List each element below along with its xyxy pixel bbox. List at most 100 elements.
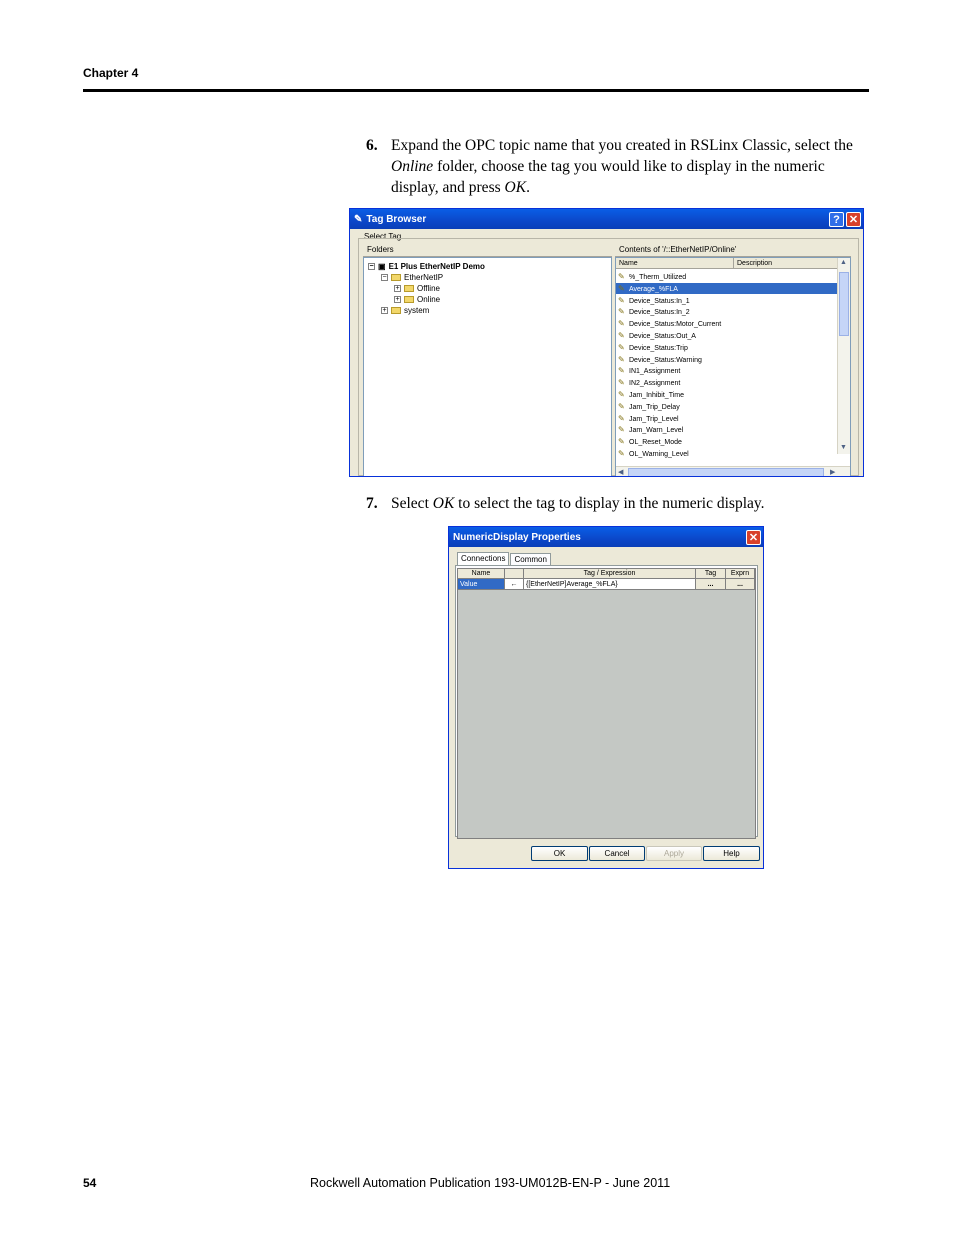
tag-icon: ✎ xyxy=(618,378,625,388)
tree-item-root[interactable]: − ▣ E1 Plus EtherNetIP Demo xyxy=(368,262,485,271)
text-run: . xyxy=(526,179,530,196)
tag-icon: ✎ xyxy=(354,213,363,225)
tag-name: OL_Reset_Mode xyxy=(629,439,682,447)
tag-list-item[interactable]: ✎ Device_Status:In_1 xyxy=(616,295,838,306)
tag-name: OL_Warning_Level xyxy=(629,451,689,458)
collapse-icon[interactable]: − xyxy=(381,274,388,281)
scroll-up-icon[interactable]: ▲ xyxy=(840,259,847,266)
scroll-down-icon[interactable]: ▼ xyxy=(840,444,847,451)
tag-icon: ✎ xyxy=(618,425,625,435)
title-bar: ✎ Tag Browser xyxy=(350,209,863,229)
tag-list-item[interactable]: ✎ IN2_Assignment xyxy=(616,377,838,388)
chapter-label: Chapter 4 xyxy=(83,66,139,80)
tag-list-item[interactable]: ✎ Jam_Inhibit_Time xyxy=(616,389,838,400)
column-name[interactable]: Name xyxy=(616,258,734,269)
tree-item-offline[interactable]: + Offline xyxy=(394,284,440,293)
tag-list-item[interactable]: ✎ %_Therm_Utilized xyxy=(616,271,838,282)
text-run-italic: Online xyxy=(391,158,434,175)
tag-name: IN1_Assignment xyxy=(629,368,681,376)
text-run: folder, choose the tag you would like to… xyxy=(391,158,825,196)
scroll-thumb[interactable] xyxy=(628,468,824,476)
tag-name: Average_%FLA xyxy=(629,285,678,293)
tag-icon: ✎ xyxy=(618,272,625,281)
help-button[interactable]: Help xyxy=(703,846,760,861)
vertical-scrollbar[interactable]: ▲ ▼ xyxy=(837,258,850,454)
tag-browse-button[interactable]: ... xyxy=(696,579,726,590)
tag-list-item[interactable]: ✎ Device_Status:In_2 xyxy=(616,306,838,317)
tag-list-item[interactable]: ✎ Jam_Trip_Delay xyxy=(616,401,838,412)
close-button[interactable]: ✕ xyxy=(746,530,761,545)
text-run-italic: OK xyxy=(504,179,527,196)
contents-list: Name Description ✎ %_Therm_Utilized ✎ Avera… xyxy=(615,257,851,476)
tag-icon: ✎ xyxy=(618,295,625,305)
text-run: Expand the OPC topic name that you creat… xyxy=(391,137,853,154)
connection-name-cell[interactable]: Value xyxy=(458,579,505,590)
apply-button[interactable]: Apply xyxy=(646,846,702,861)
cancel-button[interactable]: Cancel xyxy=(589,846,645,861)
tag-name: Jam_Trip_Delay xyxy=(629,403,680,411)
tag-icon: ✎ xyxy=(618,437,625,447)
tag-list-item[interactable]: ✎ OL_Warning_Level xyxy=(616,448,838,459)
step-number: 6. xyxy=(366,137,378,154)
column-exprn: Exprn xyxy=(726,569,755,579)
folders-header: Folders xyxy=(363,243,612,257)
tag-list-item[interactable]: ✎ Device_Status:Warning xyxy=(616,354,838,365)
tag-name: Device_Status:Warning xyxy=(629,356,702,364)
close-button[interactable]: ✕ xyxy=(846,212,861,227)
tree-label: EtherNetIP xyxy=(404,273,444,282)
tree-label: system xyxy=(404,306,430,315)
folder-icon xyxy=(404,296,414,303)
tag-list-item[interactable]: ✎ Jam_Trip_Level xyxy=(616,413,838,424)
tag-name: IN2_Assignment xyxy=(629,380,681,388)
window-title: NumericDisplay Properties xyxy=(453,531,581,543)
tag-icon: ✎ xyxy=(618,283,625,293)
tag-name: Jam_Inhibit_Time xyxy=(629,392,684,399)
tag-icon: ✎ xyxy=(618,319,625,329)
tag-icon: ✎ xyxy=(618,390,625,399)
tab-connections[interactable]: Connections xyxy=(457,552,510,566)
step-number: 7. xyxy=(366,495,378,512)
tag-icon: ✎ xyxy=(618,413,625,423)
tag-name: Device_Status:Out_A xyxy=(629,333,696,340)
tag-list-item[interactable]: ✎ Device_Status:Trip xyxy=(616,342,838,353)
tree-item-ethernetip[interactable]: − EtherNetIP xyxy=(381,273,443,282)
scroll-thumb[interactable] xyxy=(839,272,849,336)
tag-icon: ✎ xyxy=(618,354,625,364)
step-text: Expand the OPC topic name that you creat… xyxy=(391,135,871,198)
scroll-left-icon[interactable]: ◀ xyxy=(618,468,623,476)
collapse-icon[interactable]: − xyxy=(368,263,375,270)
scroll-right-icon[interactable]: ▶ xyxy=(830,468,835,476)
tree-label: E1 Plus EtherNetIP Demo xyxy=(388,262,485,271)
tag-list-item[interactable]: ✎ OL_Reset_Mode xyxy=(616,436,838,447)
arrow-left-icon: ← xyxy=(505,579,524,590)
tag-name: %_Therm_Utilized xyxy=(629,274,687,281)
page-number: 54 xyxy=(83,1176,97,1190)
tag-icon: ✎ xyxy=(618,449,625,458)
tag-list-item[interactable]: ✎ Device_Status:Motor_Current xyxy=(616,318,838,329)
tag-list-item[interactable]: ✎ Device_Status:Out_A xyxy=(616,330,838,341)
column-description[interactable]: Description xyxy=(734,258,838,269)
horizontal-scrollbar[interactable]: ◀ ▶ xyxy=(616,466,850,476)
expand-icon[interactable]: + xyxy=(381,307,388,314)
tag-list-item[interactable]: ✎ Jam_Warn_Level xyxy=(616,424,838,435)
text-run-italic: OK xyxy=(432,495,455,512)
tree-item-system[interactable]: + system xyxy=(381,306,429,315)
tag-list-item[interactable]: ✎ Average_%FLA xyxy=(616,282,838,294)
tag-name: Jam_Warn_Level xyxy=(629,427,684,435)
column-direction xyxy=(505,569,524,579)
expression-browse-button[interactable]: ... xyxy=(726,579,755,590)
tree-item-online[interactable]: + Online xyxy=(394,295,440,304)
ok-button[interactable]: OK xyxy=(531,846,588,861)
tag-icon: ✎ xyxy=(618,401,625,411)
expand-icon[interactable]: + xyxy=(394,296,401,303)
tag-name: Device_Status:Trip xyxy=(629,344,688,352)
tag-icon: ✎ xyxy=(618,366,625,376)
column-tag: Tag xyxy=(696,569,726,579)
tag-list-item[interactable]: ✎ IN1_Assignment xyxy=(616,365,838,376)
folder-icon xyxy=(404,285,414,292)
tag-expression-field[interactable]: {[EtherNetIP]Average_%FLA} xyxy=(524,579,696,590)
server-icon: ▣ xyxy=(378,262,386,271)
expand-icon[interactable]: + xyxy=(394,285,401,292)
window-title: Tag Browser xyxy=(366,213,427,225)
help-button[interactable]: ? xyxy=(829,212,844,227)
